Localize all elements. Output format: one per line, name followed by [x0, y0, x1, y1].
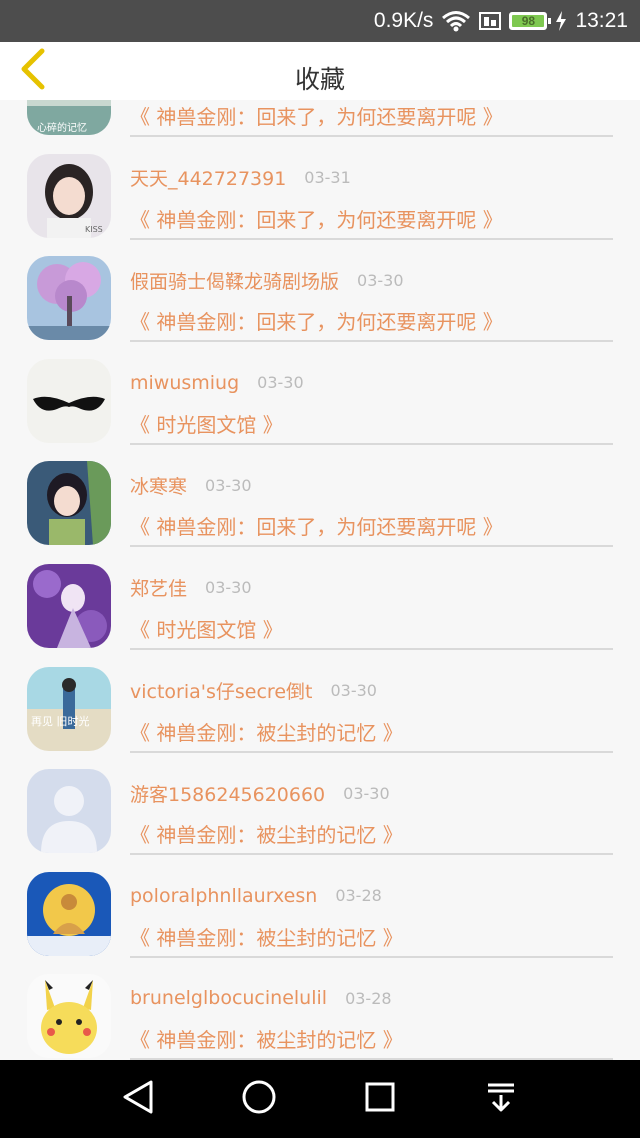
notification-pull-icon	[484, 1080, 518, 1118]
favorite-topic-link[interactable]: 《 神兽金刚：回来了，为何还要离开呢 》	[130, 204, 613, 240]
user-name: 天天_442727391	[130, 168, 287, 191]
nav-home-button[interactable]	[239, 1079, 279, 1119]
favorite-topic-link[interactable]: 《 神兽金刚：被尘封的记忆 》	[130, 1024, 613, 1060]
list-item[interactable]: 心碎的记忆 《 神兽金刚：回来了，为何还要离开呢 》	[0, 100, 640, 137]
user-name: 假面骑士偈鞣龙骑剧场版	[130, 270, 340, 293]
user-name: 郑艺佳	[130, 578, 188, 601]
list-item[interactable]: brunelglbocucinelulil 03-28 《 神兽金刚：被尘封的记忆…	[0, 957, 640, 1060]
favorite-date: 03-30	[257, 373, 304, 393]
home-circle-icon	[241, 1079, 277, 1119]
nav-recents-button[interactable]	[360, 1079, 400, 1119]
list-item[interactable]: 冰寒寒 03-30 《 神兽金刚：回来了，为何还要离开呢 》	[0, 444, 640, 548]
favorite-date: 03-28	[335, 886, 382, 906]
favorite-topic-link[interactable]: 《 神兽金刚：被尘封的记忆 》	[130, 819, 613, 856]
favorite-topic-link[interactable]: 《 神兽金刚：回来了，为何还要离开呢 》	[130, 511, 613, 548]
list-item[interactable]: KISS 天天_442727391 03-31 《 神兽金刚：回来了，为何还要离开…	[0, 137, 640, 240]
nav-back-button[interactable]	[118, 1079, 158, 1119]
battery-icon: 98	[509, 12, 552, 30]
navigation-bar	[0, 1060, 640, 1138]
list-item[interactable]: 游客1586245620660 03-30 《 神兽金刚：被尘封的记忆 》	[0, 752, 640, 856]
clock: 13:21	[575, 9, 628, 32]
user-name: miwusmiug	[130, 371, 240, 394]
list-item[interactable]: poloralphnllaurxesn 03-28 《 神兽金刚：被尘封的记忆 》	[0, 855, 640, 958]
status-bar: 0.9K/s 98 13:21	[0, 0, 640, 42]
user-name: 游客1586245620660	[130, 783, 326, 806]
avatar	[27, 256, 111, 341]
favorite-date: 03-30	[205, 475, 252, 495]
favorite-topic-link[interactable]: 《 神兽金刚：被尘封的记忆 》	[130, 717, 613, 753]
avatar	[27, 974, 111, 1059]
avatar-caption: 再见 旧时光	[31, 714, 90, 728]
favorites-list[interactable]: 心碎的记忆 《 神兽金刚：回来了，为何还要离开呢 》 KISS 天天_44272…	[0, 100, 640, 1060]
charging-icon	[555, 11, 567, 31]
list-item[interactable]: miwusmiug 03-30 《 时光图文馆 》	[0, 342, 640, 445]
network-speed: 0.9K/s	[373, 9, 434, 32]
favorite-topic-link[interactable]: 《 神兽金刚：回来了，为何还要离开呢 》	[130, 101, 613, 137]
list-item[interactable]: 再见 旧时光 victoria's仔secre倒t 03-30 《 神兽金刚：被尘…	[0, 650, 640, 753]
favorite-topic-link[interactable]: 《 时光图文馆 》	[130, 614, 613, 650]
page-title: 收藏	[294, 65, 345, 94]
favorite-date: 03-28	[345, 988, 392, 1008]
avatar	[27, 769, 111, 854]
header: 收藏	[0, 42, 640, 100]
recents-square-icon	[363, 1080, 397, 1118]
favorite-topic-link[interactable]: 《 神兽金刚：被尘封的记忆 》	[130, 922, 613, 958]
battery-level: 98	[521, 14, 536, 28]
user-name: 冰寒寒	[130, 475, 188, 498]
avatar: 心碎的记忆	[27, 100, 111, 135]
avatar-caption: 心碎的记忆	[37, 121, 87, 134]
nav-notification-button[interactable]	[481, 1079, 521, 1119]
user-name: brunelglbocucinelulil	[130, 987, 328, 1010]
sim-card-icon	[479, 11, 502, 31]
avatar	[27, 871, 111, 956]
wifi-icon	[441, 10, 471, 32]
list-item[interactable]: 郑艺佳 03-30 《 时光图文馆 》	[0, 547, 640, 650]
status-indicators: 0.9K/s 98 13:21	[374, 0, 628, 42]
avatar	[27, 563, 111, 648]
avatar	[27, 358, 111, 443]
favorite-topic-link[interactable]: 《 神兽金刚：回来了，为何还要离开呢 》	[130, 306, 613, 343]
avatar: KISS	[27, 153, 111, 238]
back-triangle-icon	[121, 1079, 155, 1119]
user-name: victoria's仔secre倒t	[130, 681, 313, 704]
user-name: poloralphnllaurxesn	[130, 884, 318, 907]
list-item[interactable]: 假面骑士偈鞣龙骑剧场版 03-30 《 神兽金刚：回来了，为何还要离开呢 》	[0, 239, 640, 343]
favorite-topic-link[interactable]: 《 时光图文馆 》	[130, 409, 613, 445]
favorite-date: 03-30	[330, 681, 377, 701]
favorite-date: 03-30	[357, 270, 404, 290]
favorite-date: 03-30	[205, 578, 252, 598]
avatar-caption: KISS	[85, 225, 103, 234]
avatar: 再见 旧时光	[27, 666, 111, 751]
avatar	[27, 461, 111, 546]
favorite-date: 03-31	[304, 168, 351, 188]
favorite-date: 03-30	[343, 783, 390, 803]
